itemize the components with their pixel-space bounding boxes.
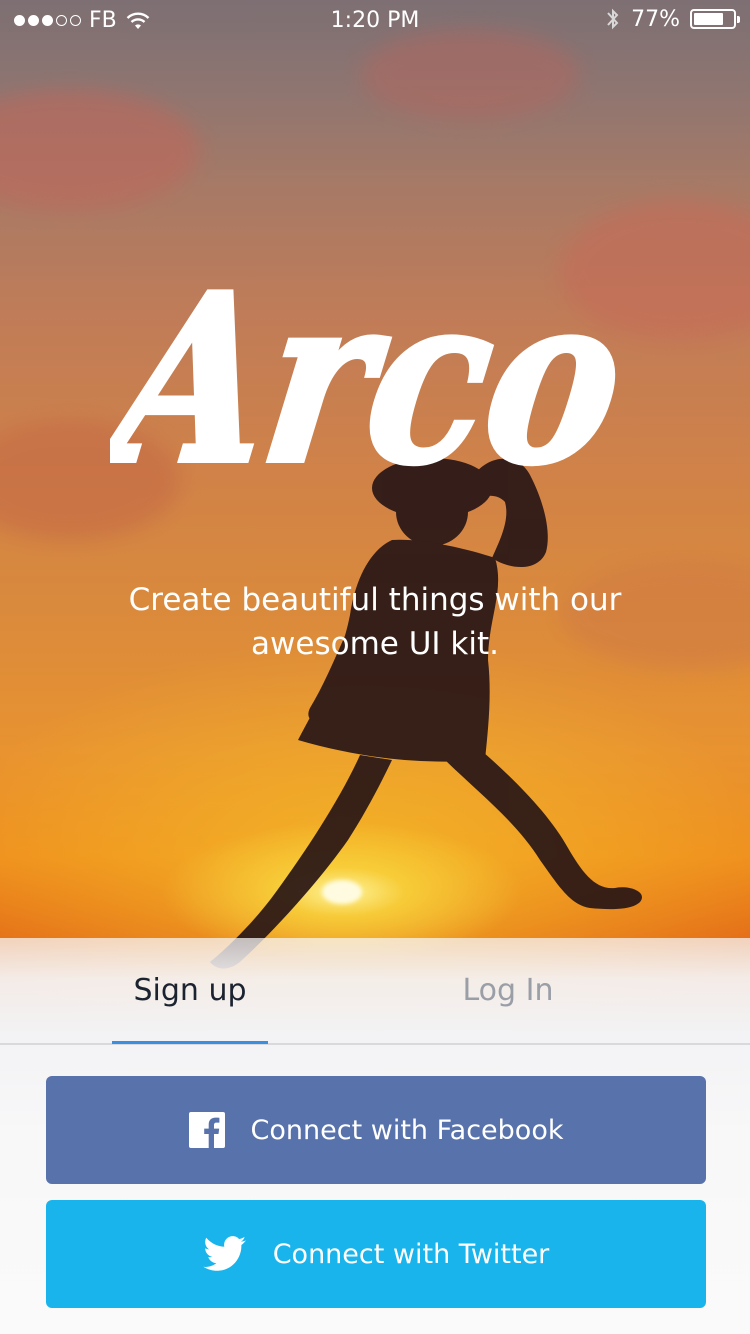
app-logo: Arco: [110, 241, 630, 518]
connect-facebook-label: Connect with Facebook: [250, 1114, 564, 1146]
logo-text: Arco: [110, 244, 630, 515]
active-tab-indicator: [112, 1041, 268, 1044]
twitter-icon: [203, 1236, 247, 1272]
status-bar: FB 1:20 PM 77%: [0, 0, 750, 40]
auth-panel: Sign up Log In Connect with Facebook Con…: [0, 938, 750, 1334]
tagline-line-1: Create beautiful things with our: [128, 582, 622, 618]
battery-icon: [690, 9, 740, 29]
bluetooth-icon: [607, 8, 619, 30]
status-right: 77%: [605, 6, 740, 32]
connect-twitter-button[interactable]: Connect with Twitter: [46, 1200, 706, 1308]
tagline-line-2: awesome UI kit.: [251, 626, 499, 662]
auth-tabs: Sign up Log In: [0, 938, 750, 1045]
facebook-icon: [188, 1112, 225, 1148]
battery-level: [694, 13, 724, 25]
connect-facebook-button[interactable]: Connect with Facebook: [46, 1076, 706, 1184]
sun: [322, 880, 362, 904]
tab-log-in[interactable]: Log In: [430, 938, 586, 1043]
cloud: [360, 30, 580, 120]
tab-sign-up[interactable]: Sign up: [112, 938, 268, 1043]
connect-twitter-label: Connect with Twitter: [272, 1238, 550, 1270]
cloud: [0, 90, 200, 210]
tagline: Create beautiful things with our awesome…: [0, 578, 750, 666]
battery-percent: 77%: [631, 6, 680, 32]
battery-cap: [737, 16, 740, 23]
